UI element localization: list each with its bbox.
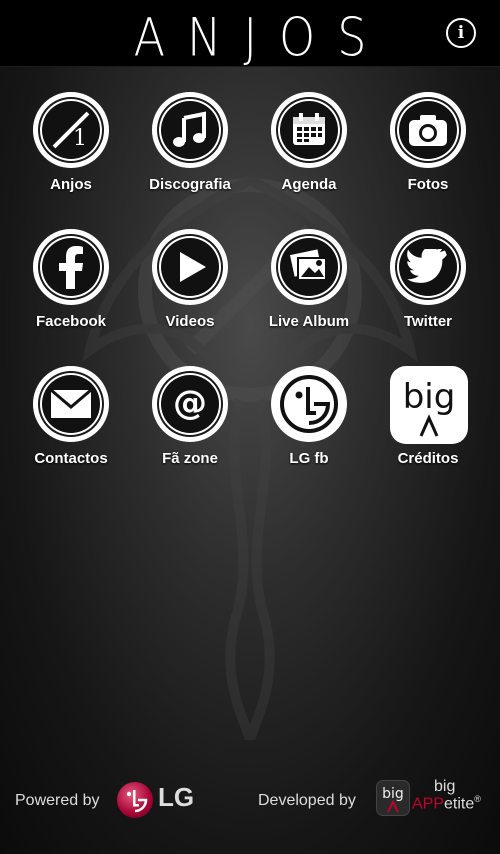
app-title: ANJOS <box>133 6 389 69</box>
svg-text:big: big <box>403 377 456 417</box>
facebook-icon <box>33 229 109 305</box>
tile-label: Créditos <box>397 450 459 467</box>
lg-logo-icon <box>271 366 347 442</box>
camera-icon <box>390 92 466 168</box>
tile-label: Live Album <box>268 313 350 330</box>
tile-agenda[interactable]: Agenda <box>250 92 368 202</box>
big-appetite-app-icon[interactable]: big <box>376 780 410 816</box>
envelope-icon <box>33 366 109 442</box>
tile-label: Facebook <box>35 313 107 330</box>
calendar-icon <box>271 92 347 168</box>
tile-facebook[interactable]: Facebook <box>12 229 130 339</box>
tile-label: Agenda <box>281 176 337 193</box>
svg-text:1: 1 <box>73 126 87 151</box>
tile-label: Anjos <box>50 176 92 193</box>
music-note-icon <box>152 92 228 168</box>
tile-discografia[interactable]: Discografia <box>131 92 249 202</box>
tile-anjos[interactable]: 1 Anjos <box>12 92 130 202</box>
info-button[interactable]: i <box>446 18 476 48</box>
tile-label: Fã zone <box>162 450 218 467</box>
app-header: ANJOS i <box>0 0 500 69</box>
tile-contactos[interactable]: Contactos <box>12 366 130 476</box>
tile-label: Contactos <box>34 450 108 467</box>
tile-live-album[interactable]: Live Album <box>250 229 368 339</box>
tile-label: Twitter <box>403 313 453 330</box>
tile-label: Discografia <box>149 176 231 193</box>
anjos-logo-icon: 1 <box>33 92 109 168</box>
lg-brand-text: LG <box>158 782 195 812</box>
tile-label: Fotos <box>407 176 449 193</box>
svg-text:big: big <box>382 786 404 802</box>
photo-album-icon <box>271 229 347 305</box>
svg-text:@: @ <box>173 383 207 423</box>
lg-brand-logo-icon[interactable] <box>117 782 153 818</box>
tile-twitter[interactable]: Twitter <box>369 229 487 339</box>
developed-by-text: Developed by <box>258 792 356 809</box>
play-icon <box>152 229 228 305</box>
tile-creditos[interactable]: big Créditos <box>369 366 487 476</box>
twitter-bird-icon <box>390 229 466 305</box>
app-footer: Powered by LG Developed by big big APPet… <box>0 770 500 832</box>
powered-by-text: Powered by <box>15 792 100 809</box>
tile-lg-fb[interactable]: LG fb <box>250 366 368 476</box>
at-sign-icon: @ <box>152 366 228 442</box>
tile-label: Videos <box>165 313 215 330</box>
app-screen: ANJOS i 1 Anjos Discografia Agenda Fotos… <box>0 0 500 854</box>
big-appetite-text: APPetite® <box>412 794 481 813</box>
tile-fa-zone[interactable]: @ Fã zone <box>131 366 249 476</box>
tile-videos[interactable]: Videos <box>131 229 249 339</box>
big-appetite-logo-icon: big <box>390 366 468 444</box>
tile-fotos[interactable]: Fotos <box>369 92 487 202</box>
tile-label: LG fb <box>289 450 329 467</box>
